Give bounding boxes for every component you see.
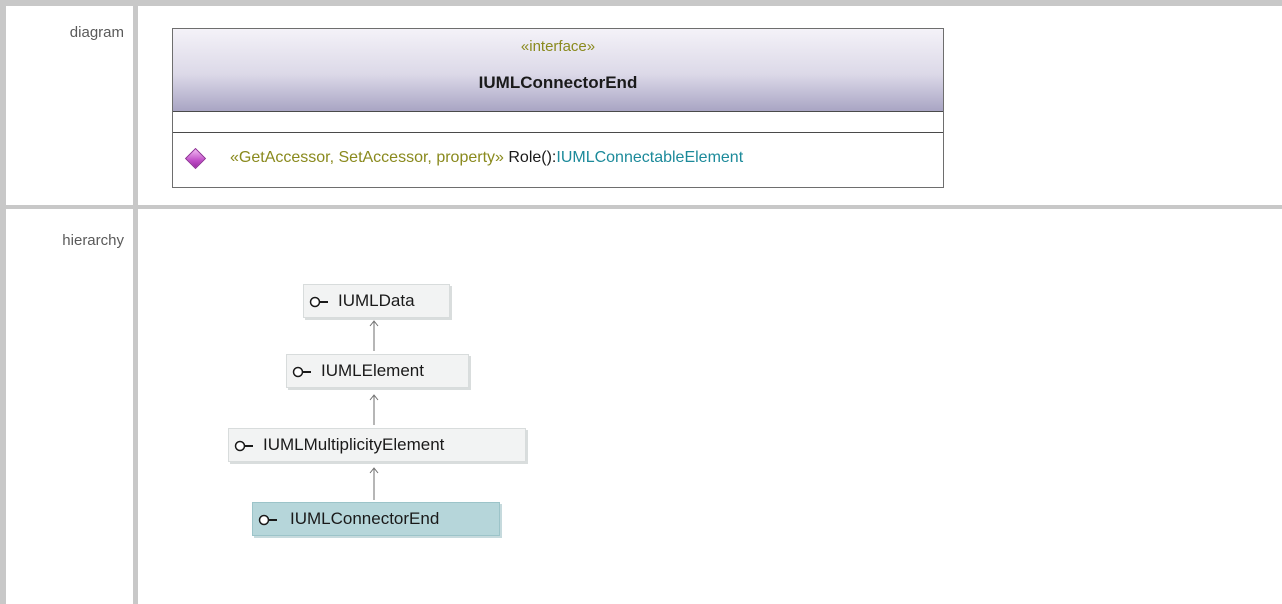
interface-class-header: «interface» IUMLConnectorEnd	[173, 29, 943, 112]
attributes-compartment	[173, 112, 943, 133]
grid-left-border	[0, 0, 6, 604]
interface-lollipop-icon	[309, 296, 328, 308]
interface-class-box[interactable]: «interface» IUMLConnectorEnd «GetAccesso…	[172, 28, 944, 188]
interface-name: IUMLConnectorEnd	[478, 73, 638, 92]
operation-signature: «GetAccessor, SetAccessor, property» Rol…	[230, 149, 743, 167]
row-label-diagram: diagram	[69, 24, 124, 41]
documentation-page: diagram hierarchy «interface» IUMLConnec…	[0, 0, 1282, 604]
diamond-operation-icon	[184, 147, 207, 170]
row-label-hierarchy: hierarchy	[62, 232, 124, 249]
interface-lollipop-icon	[292, 366, 311, 378]
interface-lollipop-icon	[234, 440, 253, 452]
operation-name: Role():	[508, 149, 557, 166]
grid-top-border	[0, 0, 1282, 6]
operation-row[interactable]: «GetAccessor, SetAccessor, property» Rol…	[173, 147, 943, 171]
operation-stereotypes: «GetAccessor, SetAccessor, property»	[230, 149, 504, 166]
hierarchy-node-label: IUMLMultiplicityElement	[263, 435, 445, 454]
generalization-arrow-3	[369, 467, 379, 500]
generalization-arrow-1	[369, 320, 379, 351]
grid-row-divider	[0, 205, 1282, 209]
hierarchy-node-label: IUMLData	[338, 291, 415, 310]
hierarchy-node-iumlmultiplicityelement[interactable]: IUMLMultiplicityElement	[228, 428, 526, 462]
grid-column-divider	[133, 0, 138, 604]
generalization-arrow-2	[369, 394, 379, 425]
hierarchy-node-iumlconnectorend-current[interactable]: IUMLConnectorEnd	[252, 502, 500, 536]
hierarchy-node-iumldata[interactable]: IUMLData	[303, 284, 450, 318]
hierarchy-node-label: IUMLConnectorEnd	[290, 509, 440, 528]
interface-lollipop-icon	[258, 514, 277, 526]
hierarchy-node-iumlelement[interactable]: IUMLElement	[286, 354, 469, 388]
interface-stereotype: «interface»	[520, 38, 596, 55]
hierarchy-node-label: IUMLElement	[321, 361, 424, 380]
operation-return-type[interactable]: IUMLConnectableElement	[556, 149, 743, 166]
